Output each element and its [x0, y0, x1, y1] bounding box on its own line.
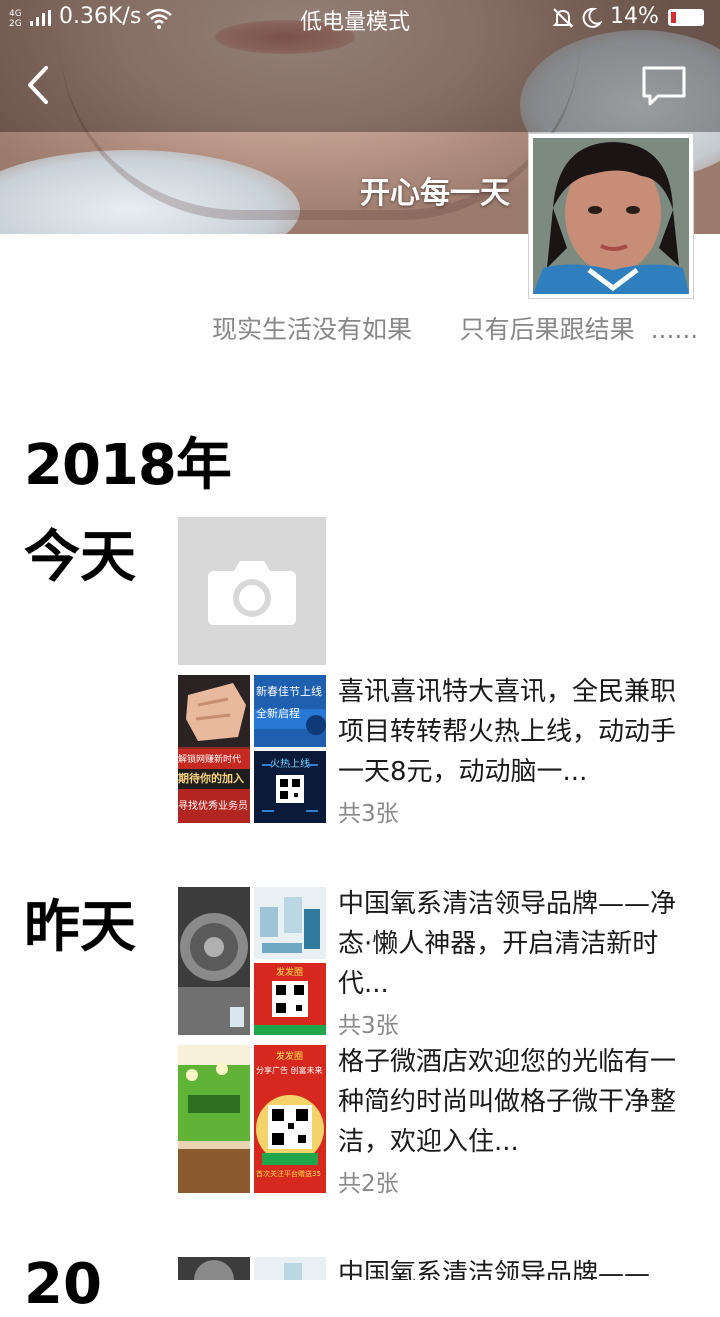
wifi-icon: [146, 8, 172, 29]
post-text[interactable]: 中国氧系清洁领导品牌——净态·懒人神器，开启清洁新时代...: [338, 884, 688, 1004]
post-text[interactable]: 中国氧系清洁领导品牌——: [338, 1254, 688, 1280]
back-button[interactable]: [18, 62, 68, 108]
power-saving-mode: 低电量模式: [300, 10, 411, 35]
status-bar: 4G 2G 0.36K/s 低电量模式 14%: [0, 0, 720, 36]
post-image-caption: 发发圈: [276, 968, 304, 978]
post-image: [254, 1257, 326, 1280]
post-image-count: 共3张: [338, 801, 399, 827]
post-thumbnails[interactable]: 发发圈: [178, 887, 326, 1035]
post-image: [178, 1257, 250, 1280]
post-image-count: 共2张: [338, 1171, 399, 1197]
mute-bell-icon: [552, 8, 574, 28]
day-label-date: 20: [24, 1252, 102, 1317]
avatar[interactable]: [528, 133, 694, 299]
post-image-caption: 分享广告 创富未来: [256, 1066, 323, 1075]
post-image-caption: 发发圈: [276, 1052, 304, 1062]
post-image-caption: 全新启程: [256, 707, 300, 720]
battery-icon: [668, 9, 704, 26]
post-image-count: 共3张: [338, 1013, 399, 1039]
post-image-caption: 解锁网赚新时代: [178, 755, 242, 765]
post-image: 发发圈: [254, 963, 326, 1035]
post-image: [178, 887, 250, 1035]
add-post-camera-button[interactable]: [178, 517, 326, 665]
battery-percent: 14%: [610, 4, 659, 29]
post-thumbnails[interactable]: [178, 1257, 326, 1280]
post-image: [178, 1045, 250, 1193]
camera-icon: [208, 561, 296, 625]
post-image-caption: 火热上线: [270, 759, 310, 770]
year-header: 2018年: [24, 433, 232, 498]
day-label-yesterday: 昨天: [24, 895, 136, 960]
post-thumbnails[interactable]: 解锁网赚新时代 期待你的加入 寻找优秀业务员 新春佳节上线 全新启程 火热上线: [178, 675, 326, 823]
chevron-left-icon: [28, 66, 48, 104]
network-type-text: 4G 2G: [9, 9, 22, 29]
moon-icon: [582, 7, 602, 28]
day-label-today: 今天: [24, 525, 136, 590]
post-image-caption: 期待你的加入: [178, 772, 244, 785]
signal-icon: [30, 10, 51, 26]
profile-name: 开心每一天: [360, 176, 510, 211]
post-image-caption: 寻找优秀业务员: [178, 801, 248, 812]
avatar-image: [533, 138, 689, 294]
post-image: 火热上线: [254, 751, 326, 823]
profile-signature: 现实生活没有如果 只有后果跟结果 ......: [212, 315, 699, 344]
network-speed: 0.36K/s: [59, 4, 142, 29]
post-thumbnails[interactable]: 发发圈 分享广告 创富未来 首次关注平台赠送35: [178, 1045, 326, 1193]
post-image-caption: 新春佳节上线: [256, 685, 322, 698]
post-image: 发发圈 分享广告 创富未来 首次关注平台赠送35: [254, 1045, 326, 1193]
post-image: 解锁网赚新时代 期待你的加入 寻找优秀业务员: [178, 675, 250, 823]
post-text[interactable]: 喜讯喜讯特大喜讯，全民兼职项目转转帮火热上线，动动手一天8元，动动脑一...: [338, 672, 688, 792]
message-bubble-icon: [642, 66, 686, 106]
network-type-label: 4G 2G: [9, 9, 29, 29]
post-text[interactable]: 格子微酒店欢迎您的光临有一种简约时尚叫做格子微干净整洁，欢迎入住...: [338, 1042, 688, 1162]
messages-button[interactable]: [640, 62, 690, 108]
post-image-caption: 首次关注平台赠送35: [256, 1170, 321, 1178]
post-image: 新春佳节上线 全新启程: [254, 675, 326, 747]
post-image: [254, 887, 326, 959]
